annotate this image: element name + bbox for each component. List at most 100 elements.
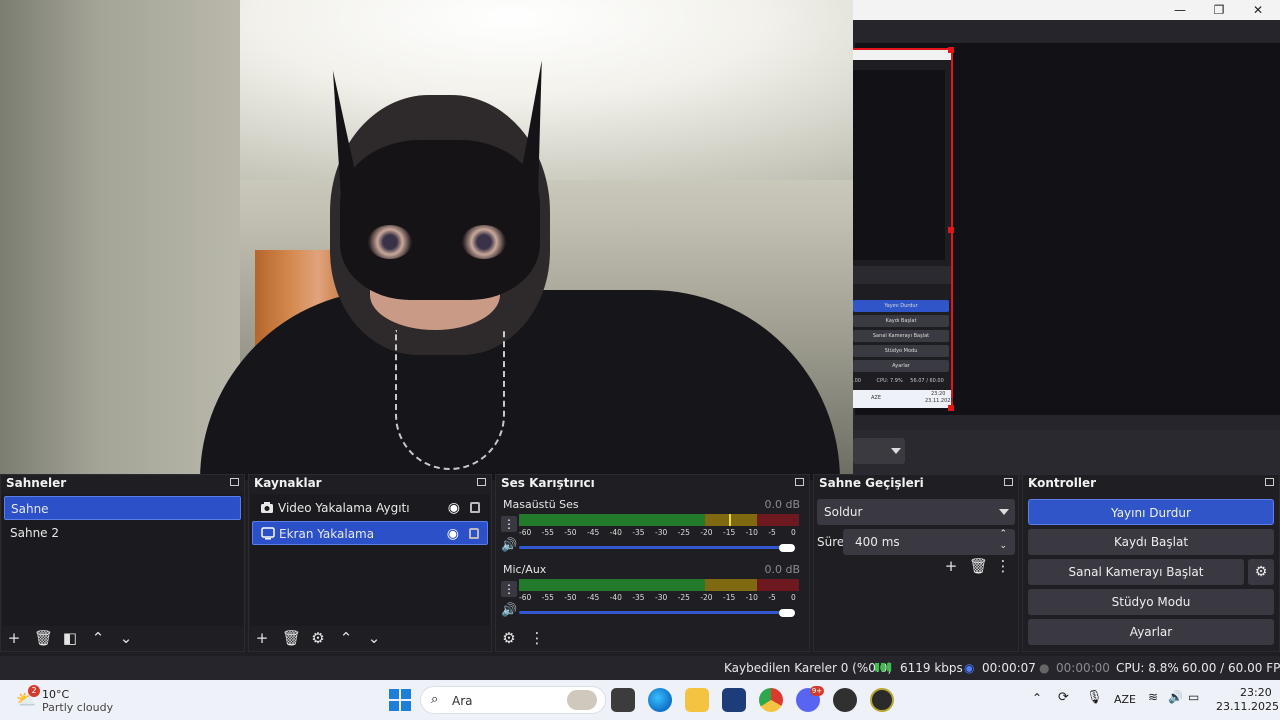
settings-button[interactable]: Ayarlar: [1028, 619, 1274, 645]
move-up-icon[interactable]: ⌃: [338, 630, 354, 646]
maximize-button[interactable]: ❐: [1200, 0, 1238, 20]
more-options-icon[interactable]: ⋮: [501, 581, 517, 597]
discord-badge: 9+: [810, 686, 824, 696]
stream-time: 00:00:07: [982, 661, 1036, 675]
chrome-icon[interactable]: [759, 688, 783, 712]
chevron-down-icon: [891, 448, 901, 454]
clock-time[interactable]: 23:20: [1240, 686, 1272, 699]
resize-handle[interactable]: [948, 47, 954, 53]
speaker-icon[interactable]: 🔊: [501, 538, 517, 554]
filter-icon[interactable]: ◧: [62, 630, 78, 646]
task-view-icon[interactable]: [611, 688, 635, 712]
lock-icon[interactable]: [470, 502, 480, 513]
scene-dropdown[interactable]: [853, 438, 905, 464]
weather-desc[interactable]: Partly cloudy: [42, 701, 113, 714]
audio-mixer-dock: Ses Karıştırıcı Masaüstü Ses 0.0 dB ⋮ -6…: [495, 474, 810, 652]
move-up-icon[interactable]: ⌃: [90, 630, 106, 646]
close-button[interactable]: ✕: [1239, 0, 1277, 20]
add-icon[interactable]: +: [943, 558, 959, 574]
meter-tick-label: -5: [768, 593, 776, 602]
undock-icon[interactable]: [795, 478, 804, 486]
wardrobe-mirror: [0, 0, 240, 480]
battery-icon[interactable]: ▭: [1188, 690, 1199, 704]
sync-icon[interactable]: ⟳: [1058, 690, 1069, 705]
visibility-eye-icon[interactable]: ◉: [447, 522, 459, 546]
move-down-icon[interactable]: ⌄: [118, 630, 134, 646]
undock-icon[interactable]: [477, 478, 486, 486]
clock-date[interactable]: 23.11.2025: [1216, 700, 1279, 713]
controls-title: Kontroller: [1028, 476, 1097, 490]
undock-icon[interactable]: [230, 478, 239, 486]
mini-titlebar: [853, 50, 951, 60]
start-virtual-camera-button[interactable]: Sanal Kamerayı Başlat: [1028, 559, 1244, 585]
windows-start-icon[interactable]: [389, 689, 411, 711]
resize-handle[interactable]: [948, 405, 954, 411]
app-icon[interactable]: [722, 688, 746, 712]
volume-meter: [519, 514, 799, 526]
weather-badge: 2: [28, 685, 40, 697]
weather-temp[interactable]: 10°C: [42, 688, 69, 701]
obs-icon[interactable]: [833, 688, 857, 712]
source-label: Ekran Yakalama: [279, 527, 375, 541]
more-options-icon[interactable]: ⋮: [501, 516, 517, 532]
webcam-preview[interactable]: [0, 0, 853, 480]
start-recording-button[interactable]: Kaydı Başlat: [1028, 529, 1274, 555]
volume-slider-knob[interactable]: [779, 544, 795, 552]
gear-icon[interactable]: ⚙: [1248, 559, 1274, 585]
spin-down-icon[interactable]: ⌄: [999, 541, 1007, 551]
meter-tick-label: -45: [587, 528, 600, 537]
language-indicator[interactable]: AZE: [1114, 693, 1136, 706]
transition-select[interactable]: Soldur: [817, 499, 1015, 525]
camera-icon: [261, 502, 273, 513]
minimize-button[interactable]: —: [1161, 0, 1199, 20]
taskbar-search[interactable]: ⌕ Ara: [420, 686, 606, 714]
gear-icon[interactable]: ⚙: [310, 630, 326, 646]
mini-date: 23.11.2025: [925, 398, 954, 404]
scene-item[interactable]: Sahne: [4, 496, 241, 520]
source-item[interactable]: Ekran Yakalama ◉: [252, 521, 488, 545]
spin-up-icon[interactable]: ⌃: [999, 529, 1007, 539]
duration-value: 400 ms: [855, 535, 900, 549]
more-options-icon[interactable]: ⋮: [995, 558, 1011, 574]
add-icon[interactable]: +: [254, 630, 270, 646]
wifi-icon[interactable]: ≋: [1148, 690, 1158, 704]
meter-tick-label: -55: [541, 528, 554, 537]
chevron-up-icon[interactable]: ⌃: [1032, 691, 1042, 705]
lock-icon[interactable]: [469, 528, 479, 539]
stop-stream-button[interactable]: Yayını Durdur: [1028, 499, 1274, 525]
sources-dock: Kaynaklar Video Yakalama Aygıtı ◉ Ekran …: [248, 474, 492, 652]
trash-icon[interactable]: 🗑: [34, 630, 53, 646]
meter-tick-label: -50: [564, 593, 577, 602]
mixer-channel-db: 0.0 dB: [764, 498, 800, 511]
app-icon[interactable]: [870, 688, 894, 712]
microphone-icon[interactable]: 🎙: [1086, 690, 1103, 705]
move-down-icon[interactable]: ⌄: [366, 630, 382, 646]
volume-slider[interactable]: [519, 611, 787, 614]
record-icon: ●: [1039, 661, 1050, 675]
screen-capture-preview[interactable]: Yayını Durdur Kaydı Başlat Sanal Kameray…: [853, 47, 954, 411]
duration-spinbox[interactable]: 400 ms ⌃ ⌄: [843, 529, 1015, 555]
record-time: 00:00:00: [1056, 661, 1110, 675]
mixer-title: Ses Karıştırıcı: [501, 476, 595, 490]
mini-cpu: CPU: 7.9%: [876, 378, 903, 384]
more-options-icon[interactable]: ⋮: [529, 630, 545, 646]
gear-icon[interactable]: ⚙: [501, 630, 517, 646]
scenes-list: Sahne Sahne 2: [2, 494, 243, 626]
trash-icon[interactable]: 🗑: [969, 558, 988, 574]
studio-mode-button[interactable]: Stüdyo Modu: [1028, 589, 1274, 615]
duration-label: Süre: [817, 535, 845, 549]
trash-icon[interactable]: 🗑: [282, 630, 301, 646]
undock-icon[interactable]: [1004, 478, 1013, 486]
undock-icon[interactable]: [1265, 478, 1274, 486]
volume-slider[interactable]: [519, 546, 787, 549]
edge-icon[interactable]: [648, 688, 672, 712]
source-item[interactable]: Video Yakalama Aygıtı ◉: [252, 496, 488, 520]
scene-item[interactable]: Sahne 2: [4, 521, 241, 545]
resize-handle[interactable]: [948, 227, 954, 233]
file-explorer-icon[interactable]: [685, 688, 709, 712]
volume-icon[interactable]: 🔊: [1168, 690, 1183, 704]
speaker-icon[interactable]: 🔊: [501, 603, 517, 619]
volume-slider-knob[interactable]: [779, 609, 795, 617]
visibility-eye-icon[interactable]: ◉: [448, 496, 460, 520]
add-icon[interactable]: +: [6, 630, 22, 646]
